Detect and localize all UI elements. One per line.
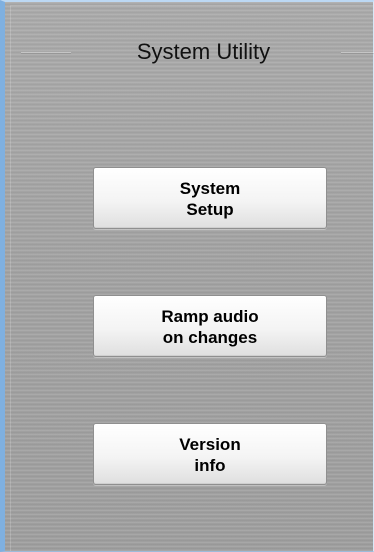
panel-frame: System Utility System Setup Ramp audio o… — [10, 5, 374, 551]
ramp-audio-button[interactable]: Ramp audio on changes — [93, 295, 327, 357]
title-divider-left — [21, 52, 71, 53]
panel-title: System Utility — [136, 39, 271, 64]
system-setup-button[interactable]: System Setup — [93, 167, 327, 229]
version-info-button[interactable]: Version info — [93, 423, 327, 485]
system-utility-window: System Utility System Setup Ramp audio o… — [0, 0, 374, 552]
title-divider-right — [341, 52, 374, 53]
title-row: System Utility — [11, 34, 374, 74]
